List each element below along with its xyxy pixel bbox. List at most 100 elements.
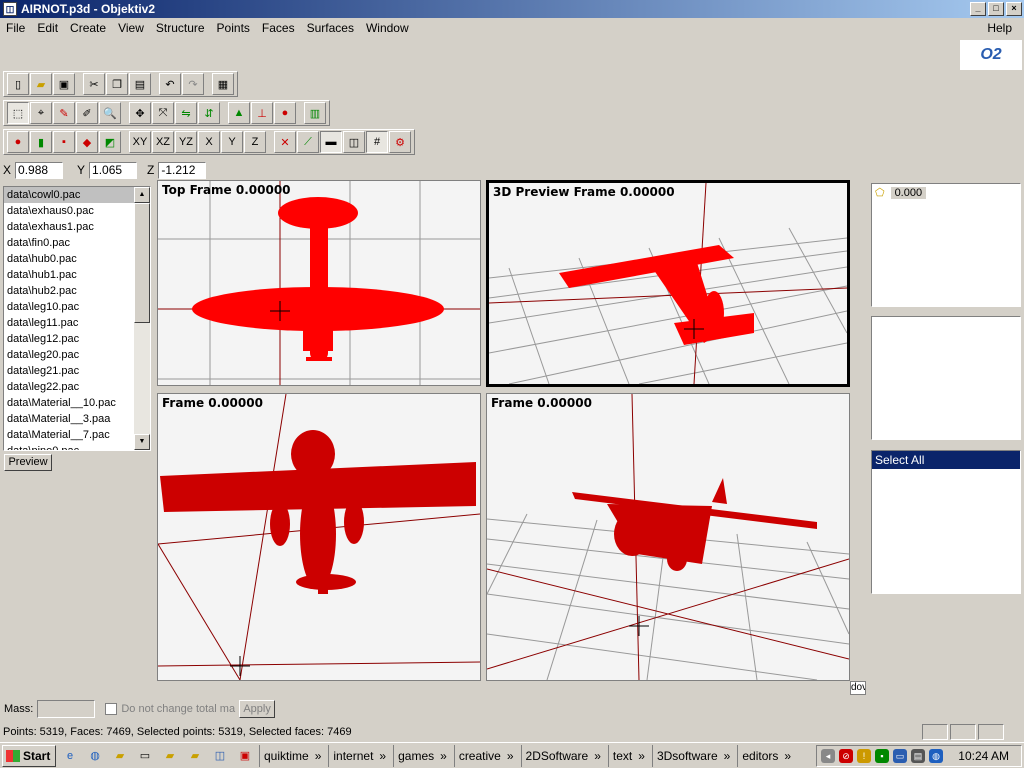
globe-icon[interactable]: ◍ xyxy=(84,746,106,766)
menu-structure[interactable]: Structure xyxy=(150,21,211,35)
folder-icon[interactable]: ▰ xyxy=(184,746,206,766)
list-item[interactable]: data\leg20.pac xyxy=(4,347,135,363)
brush-icon[interactable]: ⟋ xyxy=(297,131,319,153)
paint-select-icon[interactable]: ✎ xyxy=(53,102,75,124)
view-xz-button[interactable]: XZ xyxy=(152,131,174,153)
menu-faces[interactable]: Faces xyxy=(256,21,301,35)
lod-list[interactable]: ⬠ 0.000 xyxy=(871,183,1021,307)
select-icon[interactable]: ⬚ xyxy=(7,102,29,124)
top-viewport[interactable]: Top Frame 0.00000 xyxy=(157,180,481,386)
menu-points[interactable]: Points xyxy=(211,21,256,35)
view-xy-button[interactable]: XY xyxy=(129,131,151,153)
scroll-down-icon[interactable]: ▼ xyxy=(134,434,150,450)
pencil-icon[interactable]: ✐ xyxy=(76,102,98,124)
list-item[interactable]: data\Material__10.pac xyxy=(4,395,135,411)
norton-icon[interactable]: ⊘ xyxy=(839,749,853,763)
list-item[interactable]: data\hub1.pac xyxy=(4,267,135,283)
object-mode-icon[interactable]: ◆ xyxy=(76,131,98,153)
texture-file-list[interactable]: data\cowl0.pac data\exhaus0.pac data\exh… xyxy=(3,186,151,451)
menu-edit[interactable]: Edit xyxy=(31,21,64,35)
ie-icon[interactable]: e xyxy=(59,746,81,766)
list-item[interactable]: data\hub0.pac xyxy=(4,251,135,267)
start-button[interactable]: Start xyxy=(2,744,56,767)
copy-icon[interactable]: ❐ xyxy=(106,73,128,95)
solid-view-icon[interactable]: ▬ xyxy=(320,131,342,153)
taskbar-editors[interactable]: editors» xyxy=(737,744,795,767)
pin-icon[interactable]: ✕ xyxy=(274,131,296,153)
list-item[interactable]: data\cowl0.pac xyxy=(4,187,135,203)
paste-icon[interactable]: ▤ xyxy=(129,73,151,95)
taskbar-internet[interactable]: internet» xyxy=(328,744,390,767)
view-yz-button[interactable]: YZ xyxy=(175,131,197,153)
taskbar-creative[interactable]: creative» xyxy=(453,744,518,767)
select-all-item[interactable]: Select All xyxy=(872,451,1020,469)
menu-surfaces[interactable]: Surfaces xyxy=(301,21,360,35)
printer-icon[interactable]: ▤ xyxy=(911,749,925,763)
globe-icon[interactable]: ◍ xyxy=(929,749,943,763)
flip-icon[interactable]: ⇵ xyxy=(198,102,220,124)
alert-icon[interactable]: ! xyxy=(857,749,871,763)
lock-z-button[interactable]: Z xyxy=(244,131,266,153)
new-file-icon[interactable]: ▯ xyxy=(7,73,29,95)
cut-icon[interactable]: ✂ xyxy=(83,73,105,95)
app-icon[interactable]: ▣ xyxy=(234,746,256,766)
perspective-viewport[interactable]: Frame 0.00000 xyxy=(486,393,850,681)
list-item[interactable]: data\fin0.pac xyxy=(4,235,135,251)
taskbar-games[interactable]: games» xyxy=(393,744,451,767)
undo-icon[interactable]: ↶ xyxy=(159,73,181,95)
menu-help[interactable]: Help xyxy=(981,21,1018,35)
point-mode-icon[interactable]: ● xyxy=(7,131,29,153)
list-item[interactable]: data\hub2.pac xyxy=(4,283,135,299)
taskbar-quiktime[interactable]: quiktime» xyxy=(259,744,325,767)
monitor-icon[interactable]: ▭ xyxy=(893,749,907,763)
x-coordinate-field[interactable]: 0.988 xyxy=(15,161,64,179)
taskbar-3dsoftware[interactable]: 3Dsoftware» xyxy=(651,744,734,767)
mass-field[interactable] xyxy=(37,700,96,718)
pyramid-icon[interactable]: ▲ xyxy=(228,102,250,124)
mirror-icon[interactable]: ⇋ xyxy=(175,102,197,124)
list-item[interactable]: data\leg11.pac xyxy=(4,315,135,331)
scroll-up-icon[interactable]: ▲ xyxy=(134,187,150,203)
move-icon[interactable]: ✥ xyxy=(129,102,151,124)
folder-icon[interactable]: ▰ xyxy=(159,746,181,766)
list-item[interactable]: data\leg12.pac xyxy=(4,331,135,347)
lasso-select-icon[interactable]: ⌖ xyxy=(30,102,52,124)
list-item[interactable]: data\leg21.pac xyxy=(4,363,135,379)
properties-icon[interactable]: ▦ xyxy=(212,73,234,95)
apply-button[interactable]: Apply xyxy=(239,700,276,718)
list-item[interactable]: data\leg10.pac xyxy=(4,299,135,315)
save-icon[interactable]: ▣ xyxy=(53,73,75,95)
list-item[interactable]: data\Material__3.paa xyxy=(4,411,135,427)
redo-icon[interactable]: ↷ xyxy=(182,73,204,95)
color-circles-icon[interactable]: ● xyxy=(274,102,296,124)
face-mode-icon[interactable]: ▪ xyxy=(53,131,75,153)
preview-button[interactable]: Preview xyxy=(4,454,52,471)
maximize-button[interactable]: □ xyxy=(988,2,1004,16)
scale-icon[interactable]: ⤧ xyxy=(152,102,174,124)
import-icon[interactable]: ▥ xyxy=(304,102,326,124)
minimize-button[interactable]: _ xyxy=(970,2,986,16)
selection-list[interactable]: Select All xyxy=(871,450,1021,594)
menu-file[interactable]: File xyxy=(0,21,31,35)
list-item[interactable]: data\exhaus0.pac xyxy=(4,203,135,219)
folder-icon[interactable]: ▰ xyxy=(109,746,131,766)
transform-mode-icon[interactable]: ◩ xyxy=(99,131,121,153)
edge-mode-icon[interactable]: ▮ xyxy=(30,131,52,153)
menu-create[interactable]: Create xyxy=(64,21,112,35)
axis-icon[interactable]: ⊥ xyxy=(251,102,273,124)
menu-window[interactable]: Window xyxy=(360,21,415,35)
taskbar-text[interactable]: text» xyxy=(607,744,649,767)
network-icon[interactable]: ▪ xyxy=(875,749,889,763)
list-item[interactable]: data\exhaus1.pac xyxy=(4,219,135,235)
gear-icon[interactable]: ⚙ xyxy=(389,131,411,153)
front-viewport[interactable]: Frame 0.00000 xyxy=(157,393,481,681)
list-item[interactable]: data\leg22.pac xyxy=(4,379,135,395)
total-mass-checkbox[interactable] xyxy=(105,703,118,715)
y-coordinate-field[interactable]: 1.065 xyxy=(89,161,138,179)
objektiv-icon[interactable]: ◫ xyxy=(209,746,231,766)
file-list-scrollbar[interactable]: ▲ ▼ xyxy=(134,187,150,450)
list-item[interactable]: data\Material__7.pac xyxy=(4,427,135,443)
list-item[interactable]: data\pine0.pac xyxy=(4,443,135,450)
cube-icon[interactable]: ◫ xyxy=(343,131,365,153)
zoom-icon[interactable]: 🔍 xyxy=(99,102,121,124)
